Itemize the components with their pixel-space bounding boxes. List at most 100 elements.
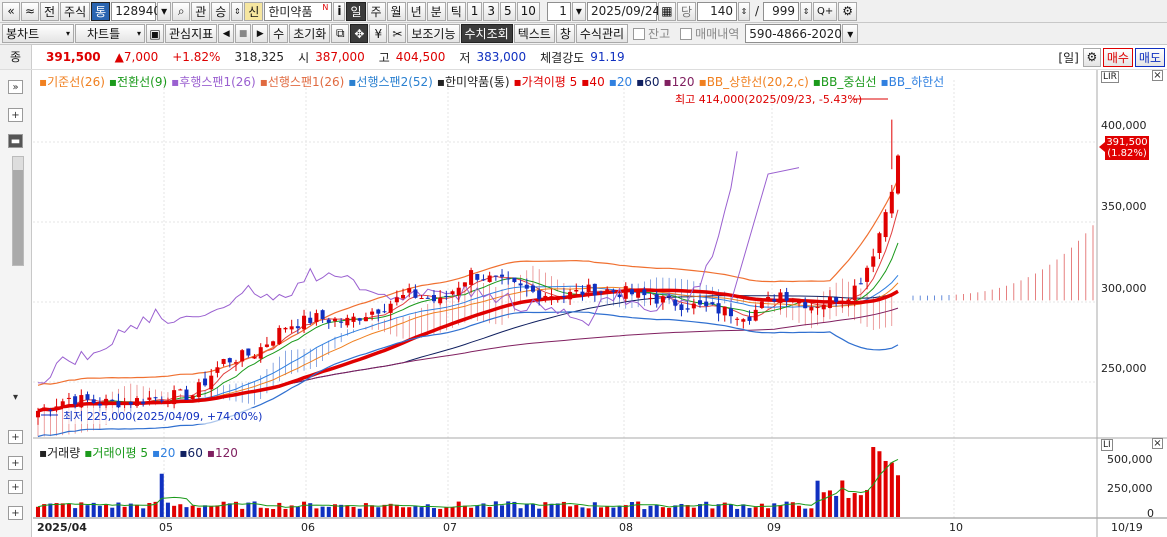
interval-3-button[interactable]: 3 (483, 1, 500, 21)
add-pane-icon-2[interactable]: + (8, 456, 23, 470)
prev-stock-button[interactable]: 전 (40, 1, 60, 21)
period-month-button[interactable]: 월 (386, 1, 406, 21)
search-icon[interactable]: ⌕ (172, 1, 191, 21)
crosshair-icon[interactable]: ✥ (350, 24, 369, 43)
left-scroll-thumb[interactable] (13, 170, 23, 265)
volume-bar (537, 508, 542, 517)
current-button[interactable]: 당 (676, 1, 696, 21)
watch-indicator-button[interactable]: 관심지표 (165, 24, 218, 43)
nav-up-button[interactable]: ≈ (21, 1, 39, 21)
max-spin-icon[interactable]: ⇕ (800, 1, 813, 21)
legend-vol-item-1[interactable]: ▪거래이평 5 (84, 446, 148, 460)
info-button[interactable]: i (333, 1, 346, 21)
gwan-button[interactable]: 관 (191, 1, 211, 21)
trade-history-checkbox[interactable] (680, 27, 693, 40)
legend-top-item-10[interactable]: ▪120 (664, 75, 695, 89)
date-input[interactable]: 2025/09/24 (586, 1, 660, 21)
tong-button[interactable]: 통 (91, 1, 111, 21)
interval-dropdown-icon[interactable]: ▾ (571, 1, 586, 21)
legend-top-item-7[interactable]: ▪40 (581, 75, 604, 89)
market-select[interactable]: 주식 (60, 1, 91, 21)
add-pane-icon[interactable]: + (8, 430, 23, 444)
legend-top-item-1[interactable]: ▪전환선(9) (109, 75, 167, 89)
candle-body (326, 319, 331, 323)
settings-gear-icon[interactable]: ⚙ (838, 1, 858, 21)
candle-body (790, 300, 795, 302)
scroll-right-icon[interactable]: ▶ (252, 24, 269, 43)
legend-top-item-6[interactable]: ▪가격이평 5 (514, 75, 578, 89)
interval-input[interactable]: 1 (546, 1, 571, 21)
legend-vol-item-3[interactable]: ▪60 (179, 446, 202, 460)
legend-top-item-3[interactable]: ▪선행스팬1(26) (260, 75, 345, 89)
copy-icon[interactable]: ⧉ (331, 24, 350, 43)
period-year-button[interactable]: 년 (406, 1, 426, 21)
spin-icon[interactable]: ⇕ (231, 1, 244, 21)
period-minute-button[interactable]: 분 (426, 1, 446, 21)
save-icon[interactable]: ▣ (146, 24, 164, 43)
count-spin-icon[interactable]: ⇕ (737, 1, 750, 21)
legend-top-item-4[interactable]: ▪선행스팬2(52) (348, 75, 433, 89)
interval-5-button[interactable]: 5 (500, 1, 516, 21)
scissors-icon[interactable]: ✂ (388, 24, 407, 43)
su-button[interactable]: 수 (269, 24, 289, 43)
text-button[interactable]: 텍스트 (513, 24, 555, 43)
candle-body (332, 318, 337, 322)
period-week-button[interactable]: 주 (366, 1, 386, 21)
y-label-250000: 250,000 (1101, 362, 1147, 375)
stock-name-field[interactable]: 한미약품 N (264, 1, 333, 21)
window-button[interactable]: 창 (555, 24, 575, 43)
chart-gear-icon[interactable]: ⚙ (1082, 47, 1101, 67)
candle-chart-button[interactable]: 봉차트 ▾ (2, 24, 74, 43)
candle-body (889, 191, 894, 214)
interval-1-button[interactable]: 1 (466, 1, 483, 21)
calendar-icon[interactable]: ▦ (657, 1, 676, 21)
formula-manage-button[interactable]: 수식관리 (575, 24, 629, 43)
buy-button[interactable]: 매수 (1102, 47, 1133, 67)
stock-code-input[interactable]: 128940 (111, 1, 161, 21)
legend-top-item-8[interactable]: ▪20 (609, 75, 632, 89)
add-pane-icon-3[interactable]: + (8, 480, 23, 494)
pin-icon[interactable]: ¥ (369, 24, 388, 43)
chart-frame-button[interactable]: 차트틀 ▾ (75, 24, 145, 43)
count-input[interactable]: 140 (696, 1, 737, 21)
period-day-button[interactable]: 일 (346, 1, 366, 21)
seung-button[interactable]: 승 (211, 1, 231, 21)
balance-checkbox[interactable] (633, 27, 646, 40)
aux-function-button[interactable]: 보조기능 (407, 24, 460, 43)
scroll-left-icon[interactable]: ◀ (218, 24, 235, 43)
chart-area[interactable]: ▪기준선(26) ▪전환선(9) ▪후행스팬1(26) ▪선행스팬1(26) ▪선행스팬… (33, 70, 1167, 537)
zoom-plus-button[interactable]: Q+ (813, 1, 838, 21)
close-pane-icon[interactable]: × (1152, 70, 1163, 81)
vol-scale-toggle-icon[interactable]: LI (1101, 439, 1113, 451)
legend-top-item-0[interactable]: ▪기준선(26) (39, 75, 105, 89)
code-dropdown-icon[interactable]: ▾ (157, 1, 172, 21)
vol-close-pane-icon[interactable]: × (1152, 438, 1163, 449)
legend-top-item-5[interactable]: ▪한미약품(통) (437, 75, 510, 89)
add-indicator-icon[interactable]: + (8, 108, 23, 122)
sell-button[interactable]: 매도 (1134, 47, 1165, 67)
legend-vol-item-4[interactable]: ▪120 (207, 446, 238, 460)
legend-top-item-2[interactable]: ▪후행스팬1(26) (171, 75, 256, 89)
stop-icon[interactable]: ■ (235, 24, 252, 43)
value-query-button[interactable]: 수치조회 (460, 24, 513, 43)
interval-10-button[interactable]: 10 (516, 1, 540, 21)
add-pane-icon-4[interactable]: + (8, 506, 23, 520)
legend-vol-item-0[interactable]: ▪거래량 (39, 446, 80, 460)
scale-toggle-icon[interactable]: LIR (1101, 71, 1119, 83)
legend-top-item-11[interactable]: ▪BB_상한선(20,2,c) (699, 75, 809, 89)
folder-icon[interactable]: ▬ (8, 134, 23, 148)
account-dropdown-icon[interactable]: ▾ (842, 24, 859, 43)
legend-top-item-9[interactable]: ▪60 (636, 75, 659, 89)
expand-icon[interactable]: » (8, 80, 23, 94)
nav-prev-button[interactable]: « (2, 1, 20, 21)
reset-button[interactable]: 초기화 (289, 24, 331, 43)
volume-bar (363, 503, 368, 517)
legend-top-item-13[interactable]: ▪BB_하한선 (881, 75, 945, 89)
legend-vol-item-2[interactable]: ▪20 (152, 446, 175, 460)
max-count-input[interactable]: 999 (763, 1, 800, 21)
period-tick-button[interactable]: 틱 (446, 1, 466, 21)
account-select[interactable]: 590-4866-2020-1 (745, 24, 854, 43)
volume-bar (264, 508, 269, 517)
scroll-down-icon[interactable]: ▾ (8, 390, 23, 404)
legend-top-item-12[interactable]: ▪BB_중심선 (813, 75, 877, 89)
